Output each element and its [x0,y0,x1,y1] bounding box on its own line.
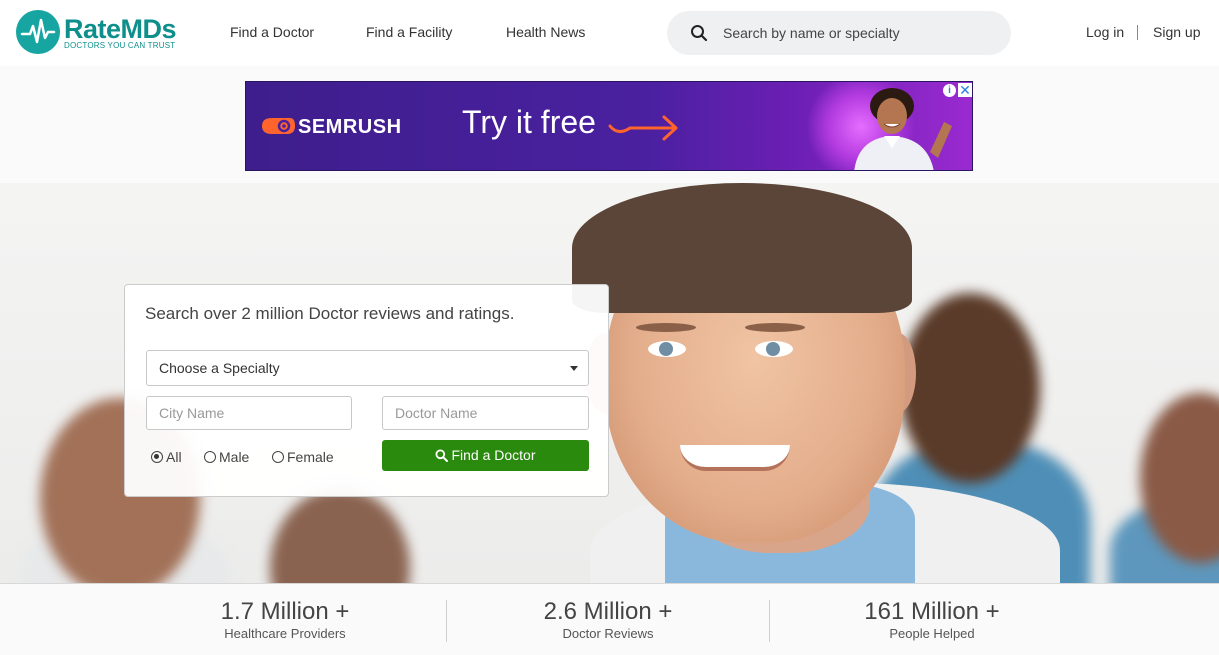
ratemds-logo[interactable]: RateMDs DOCTORS YOU CAN TRUST [16,10,186,56]
nav-find-a-facility[interactable]: Find a Facility [366,24,452,40]
heartbeat-logo-icon [16,10,60,54]
login-link[interactable]: Log in [1086,24,1124,40]
arrow-right-icon [608,112,680,147]
specialty-select[interactable]: Choose a Specialty [146,350,589,386]
stat-label: Doctor Reviews [562,626,654,641]
nav-health-news[interactable]: Health News [506,24,585,40]
semrush-logo-icon [260,115,296,142]
ad-info-icon[interactable]: i [943,84,956,97]
hero-bg-figure [900,293,1040,483]
ad-brand: SEMRUSH [298,116,402,138]
nav-find-a-doctor[interactable]: Find a Doctor [230,24,314,40]
stat-reviews: 2.6 Million + Doctor Reviews [458,598,758,641]
stat-people-helped: 161 Million + People Helped [782,598,1082,641]
city-name-input[interactable] [146,396,352,430]
hero-bg-figure [270,488,410,583]
radio-unchecked-icon [272,451,284,463]
search-card-title: Search over 2 million Doctor reviews and… [145,304,515,323]
doctor-smile [680,445,790,471]
radio-label: All [166,449,182,465]
header-search-bar [667,11,1011,55]
gender-radio-male[interactable]: Male [204,449,249,465]
stat-value: 161 Million + [864,598,1000,625]
semrush-ad-banner[interactable]: SEMRUSH Try it free i ✕ [245,81,973,171]
doctor-eye [755,341,793,357]
find-a-doctor-label: Find a Doctor [451,446,536,463]
ad-cta: Try it free [462,104,596,140]
search-icon[interactable] [690,24,708,47]
specialty-select-value: Choose a Specialty [159,360,280,376]
caret-down-icon [570,366,578,371]
doctor-search-card: Search over 2 million Doctor reviews and… [124,284,609,497]
doctor-hair [572,183,912,313]
stat-value: 1.7 Million + [220,598,350,625]
stat-label: Healthcare Providers [224,626,346,641]
search-icon [435,449,449,465]
logo-tagline: DOCTORS YOU CAN TRUST [64,41,176,50]
find-a-doctor-button[interactable]: Find a Doctor [382,440,589,471]
radio-label: Male [219,449,250,465]
gender-radio-all[interactable]: All [151,449,182,465]
gender-radio-female[interactable]: Female [272,449,334,465]
ad-person-image [846,82,956,170]
stat-providers: 1.7 Million + Healthcare Providers [135,598,435,641]
header-search-input[interactable] [723,23,993,43]
stats-bar: 1.7 Million + Healthcare Providers 2.6 M… [0,583,1219,655]
site-header: RateMDs DOCTORS YOU CAN TRUST Find a Doc… [0,0,1219,66]
signup-link[interactable]: Sign up [1153,24,1200,40]
ad-close-icon[interactable]: ✕ [958,83,972,97]
stat-value: 2.6 Million + [543,598,673,625]
radio-label: Female [287,449,334,465]
stat-divider [769,600,770,642]
doctor-name-input[interactable] [382,396,589,430]
doctor-brow [636,323,696,332]
auth-divider [1137,25,1138,40]
stat-label: People Helped [889,626,975,641]
radio-unchecked-icon [204,451,216,463]
radio-checked-icon [151,451,163,463]
stat-divider [446,600,447,642]
doctor-eye [648,341,686,357]
doctor-brow [745,323,805,332]
